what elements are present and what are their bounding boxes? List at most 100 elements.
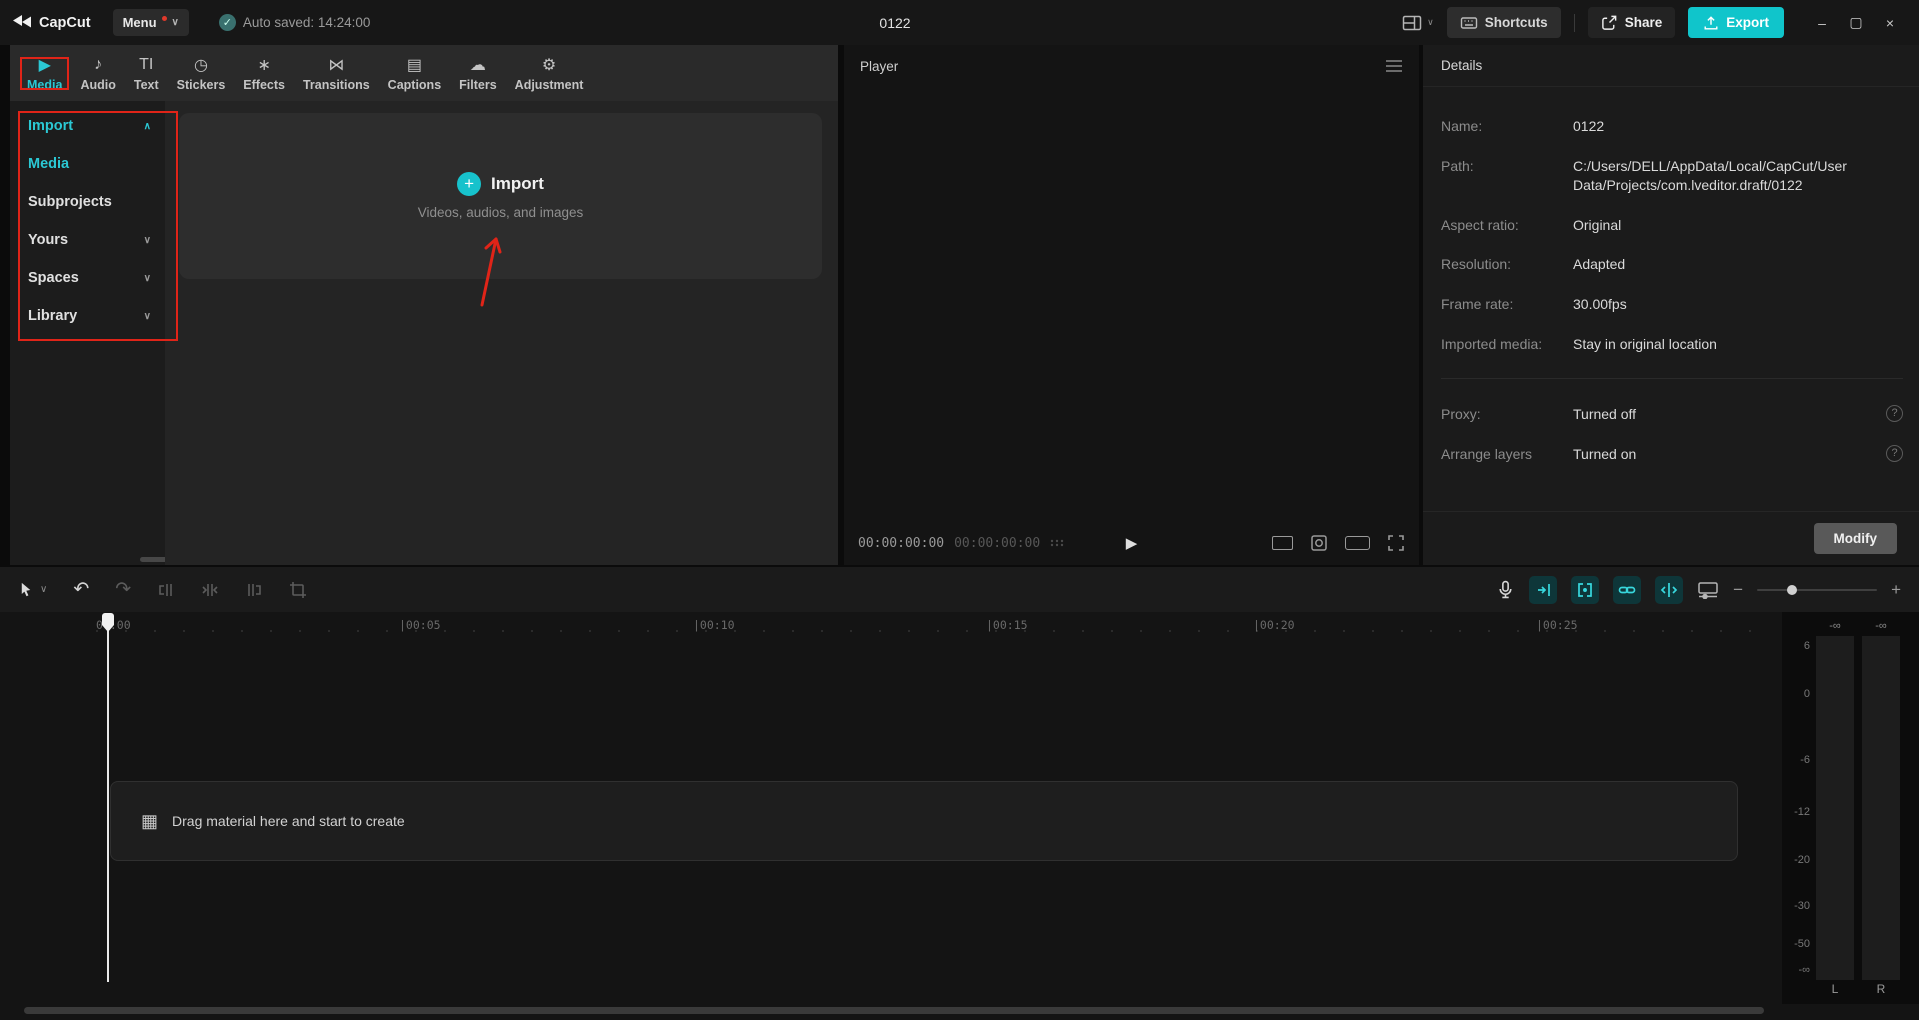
mask-icon[interactable] xyxy=(1345,536,1370,550)
shortcuts-label: Shortcuts xyxy=(1485,15,1548,30)
frame-dots-icon xyxy=(1050,538,1064,548)
close-button[interactable]: × xyxy=(1873,15,1907,31)
details-divider xyxy=(1441,378,1903,379)
import-dropzone[interactable]: + Import Videos, audios, and images xyxy=(179,113,822,279)
timeline-toolbar: ∨ ↶ ↷ xyxy=(0,567,1919,612)
detail-row-imported-media: Imported media: Stay in original locatio… xyxy=(1441,335,1903,355)
text-icon: TI xyxy=(139,55,153,75)
mirror-icon xyxy=(1660,581,1678,599)
film-icon: ▦ xyxy=(141,811,158,832)
main-area: ▶ Media ♪ Audio TI Text ◷ Stickers ∗ xyxy=(0,45,1919,565)
fit-focus-icon[interactable] xyxy=(1310,534,1328,552)
help-icon[interactable]: ? xyxy=(1886,445,1903,462)
sticker-icon: ◷ xyxy=(194,55,208,75)
export-button[interactable]: Export xyxy=(1688,7,1784,38)
sidebar-item-yours[interactable]: Yours ∨ xyxy=(10,221,165,259)
modify-button[interactable]: Modify xyxy=(1814,523,1898,554)
help-icon[interactable]: ? xyxy=(1886,405,1903,422)
record-voiceover-button[interactable] xyxy=(1496,580,1515,599)
import-area: + Import Videos, audios, and images xyxy=(165,101,838,565)
tab-filters[interactable]: ☁ Filters xyxy=(450,55,506,92)
auto-pack-button[interactable] xyxy=(1571,576,1599,604)
chevron-down-icon: ∨ xyxy=(144,235,151,246)
shortcuts-button[interactable]: Shortcuts xyxy=(1447,7,1561,38)
project-title: 0122 xyxy=(879,15,910,31)
redo-button[interactable]: ↷ xyxy=(115,580,131,599)
sidebar-item-subprojects[interactable]: Subprojects xyxy=(10,183,165,221)
detail-row-arrange-layers: Arrange layers Turned on ? xyxy=(1441,445,1903,465)
player-header: Player xyxy=(844,45,1419,87)
link-icon xyxy=(1618,581,1636,599)
drag-material-dropzone[interactable]: ▦ Drag material here and start to create xyxy=(110,781,1738,861)
player-menu-button[interactable] xyxy=(1385,59,1403,73)
tab-stickers[interactable]: ◷ Stickers xyxy=(168,55,235,92)
sidebar-item-media[interactable]: Media xyxy=(10,145,165,183)
layout-select[interactable]: ∨ xyxy=(1402,14,1434,32)
minimize-button[interactable]: – xyxy=(1805,15,1839,31)
timeline-zoom-slider[interactable] xyxy=(1757,584,1877,596)
sidebar-item-library[interactable]: Library ∨ xyxy=(10,297,165,335)
audio-level-meter: 6 0 -6 -12 -20 -30 -50 -∞ -∞ -∞ L R xyxy=(1782,612,1919,1004)
playhead-line[interactable] xyxy=(107,616,109,982)
sidebar-item-import[interactable]: Import ∧ xyxy=(10,107,165,145)
topbar-divider xyxy=(1574,14,1575,32)
fullscreen-icon[interactable] xyxy=(1387,534,1405,552)
maximize-button[interactable]: ▢ xyxy=(1839,14,1873,31)
player-title: Player xyxy=(860,59,898,74)
tab-text[interactable]: TI Text xyxy=(125,55,168,92)
tab-adjustment[interactable]: ⚙ Adjustment xyxy=(506,55,593,92)
playhead-handle[interactable] xyxy=(100,612,116,633)
sidebar-item-spaces[interactable]: Spaces ∨ xyxy=(10,259,165,297)
mirror-flip-button[interactable] xyxy=(1655,576,1683,604)
chevron-down-icon: ∨ xyxy=(40,584,47,595)
import-title: Import xyxy=(491,174,544,194)
meter-scale-label: 0 xyxy=(1782,688,1810,700)
timeline-scrollbar[interactable] xyxy=(24,1007,1764,1014)
meter-scale-label: -50 xyxy=(1782,938,1810,950)
magnet-snap-button[interactable] xyxy=(1529,576,1557,604)
tab-captions[interactable]: ▤ Captions xyxy=(379,55,450,92)
zoom-slider-knob[interactable] xyxy=(1787,585,1797,595)
tab-effects[interactable]: ∗ Effects xyxy=(234,55,294,92)
details-footer: Modify xyxy=(1423,511,1919,565)
menu-button[interactable]: Menu ∨ xyxy=(113,9,189,36)
select-tool-button[interactable]: ∨ xyxy=(18,581,47,598)
ruler-label: |00:25 xyxy=(1536,618,1578,632)
detail-row-resolution: Resolution: Adapted xyxy=(1441,255,1903,275)
split-button[interactable] xyxy=(201,581,219,599)
window-controls: – ▢ × xyxy=(1805,14,1907,31)
chevron-down-icon: ∨ xyxy=(172,17,179,28)
chevron-down-icon: ∨ xyxy=(1427,17,1434,28)
capcut-logo-text: CapCut xyxy=(39,15,91,31)
microphone-icon xyxy=(1496,580,1515,599)
aspect-ratio-icon[interactable] xyxy=(1272,536,1293,550)
undo-button[interactable]: ↶ xyxy=(73,580,89,599)
capcut-logo: CapCut xyxy=(12,14,91,32)
timeline-toolbar-right: − + xyxy=(1496,576,1901,604)
meter-scale-label: -30 xyxy=(1782,900,1810,912)
share-label: Share xyxy=(1625,15,1663,30)
magnet-icon xyxy=(1534,581,1552,599)
meter-right-label: R xyxy=(1862,982,1900,996)
keyboard-icon xyxy=(1460,14,1478,32)
share-button[interactable]: Share xyxy=(1588,7,1676,38)
media-sidebar: Import ∧ Media Subprojects Yours ∨ Space xyxy=(10,101,165,565)
ruler-label: |00:15 xyxy=(986,618,1028,632)
crop-button[interactable] xyxy=(289,581,307,599)
preview-axis-button[interactable] xyxy=(1697,581,1719,599)
autosave-text: Auto saved: 14:24:00 xyxy=(243,15,371,30)
tab-media[interactable]: ▶ Media xyxy=(18,55,71,92)
delete-left-button[interactable] xyxy=(157,581,175,599)
play-button[interactable]: ▶ xyxy=(1126,534,1138,552)
link-clips-button[interactable] xyxy=(1613,576,1641,604)
media-play-icon: ▶ xyxy=(39,55,51,75)
delete-right-button[interactable] xyxy=(245,581,263,599)
tab-transitions[interactable]: ⋈ Transitions xyxy=(294,55,379,92)
capcut-logo-icon xyxy=(12,14,32,32)
tab-audio[interactable]: ♪ Audio xyxy=(71,55,124,92)
zoom-out-button[interactable]: − xyxy=(1733,580,1743,600)
zoom-in-button[interactable]: + xyxy=(1891,580,1901,600)
detail-row-name: Name: 0122 xyxy=(1441,117,1903,137)
media-panel: ▶ Media ♪ Audio TI Text ◷ Stickers ∗ xyxy=(10,45,838,565)
meter-bar-left xyxy=(1816,636,1854,980)
